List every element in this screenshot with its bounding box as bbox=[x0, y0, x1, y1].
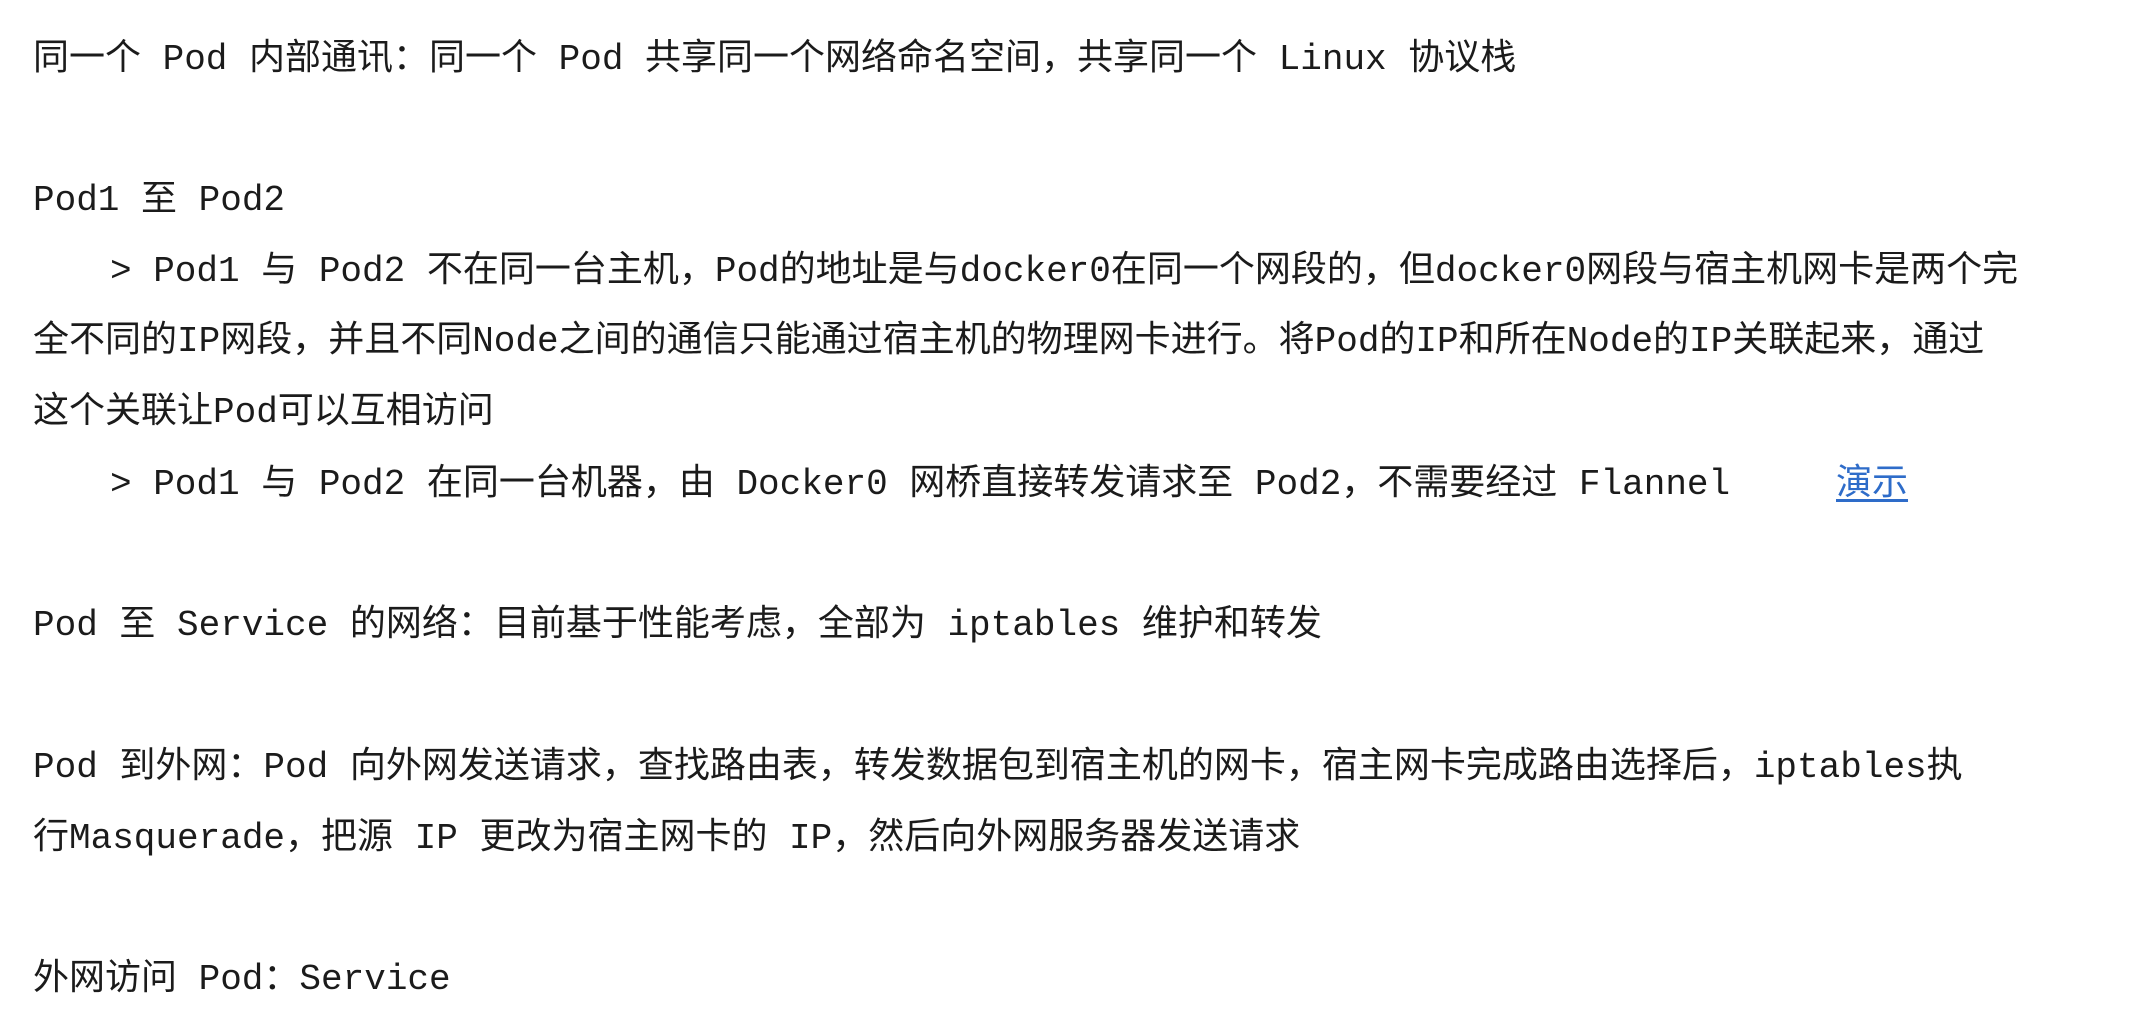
different-host-bullet-line-3: 这个关联让Pod可以互相访问 bbox=[33, 392, 494, 433]
same-host-bullet: > Pod1 与 Pod2 在同一台机器，由 Docker0 网桥直接转发请求至… bbox=[110, 464, 1731, 505]
different-host-bullet-line-2: 全不同的IP网段，并且不同Node之间的通信只能通过宿主机的物理网卡进行。将Po… bbox=[33, 321, 1985, 362]
demo-link[interactable]: 演示 bbox=[1836, 457, 1908, 513]
different-host-bullet-line-1: > Pod1 与 Pod2 不在同一台主机，Pod的地址是与docker0在同一… bbox=[110, 251, 2019, 292]
pod-to-internet-line-1: Pod 到外网：Pod 向外网发送请求，查找路由表，转发数据包到宿主机的网卡，宿… bbox=[33, 747, 1963, 788]
pod-to-service-paragraph: Pod 至 Service 的网络：目前基于性能考虑，全部为 iptables … bbox=[33, 605, 1322, 646]
pod-to-internet-line-2: 行Masquerade，把源 IP 更改为宿主网卡的 IP，然后向外网服务器发送… bbox=[33, 818, 1301, 859]
internet-to-pod-paragraph: 外网访问 Pod：Service bbox=[33, 959, 451, 1000]
pod-to-pod-heading: Pod1 至 Pod2 bbox=[33, 180, 286, 221]
intra-pod-paragraph: 同一个 Pod 内部通讯：同一个 Pod 共享同一个网络命名空间，共享同一个 L… bbox=[33, 39, 1517, 80]
